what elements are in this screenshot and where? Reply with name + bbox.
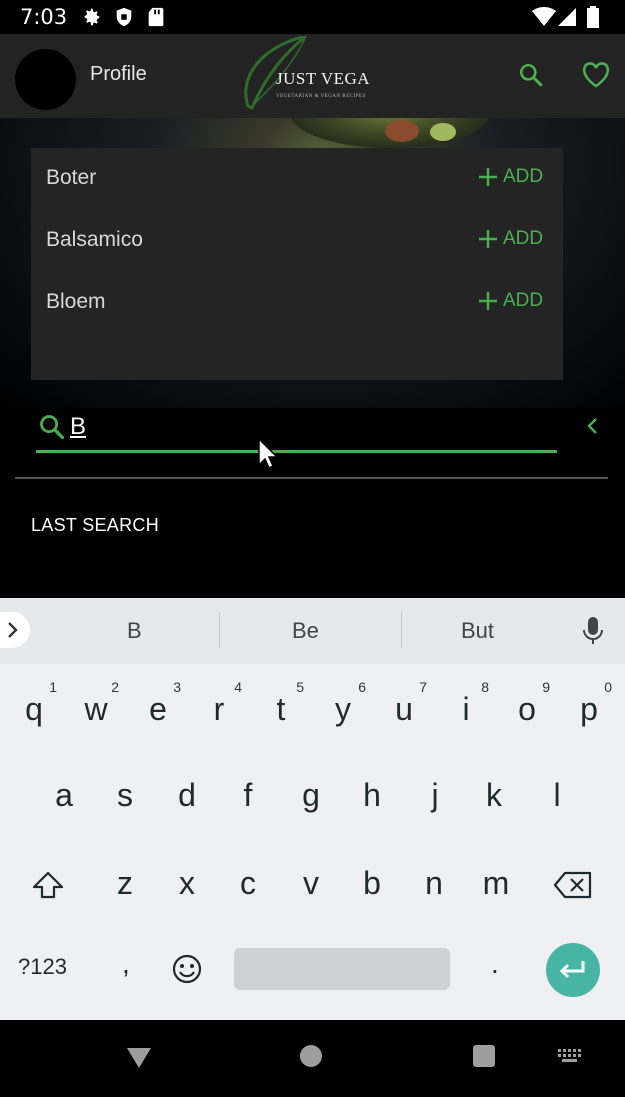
key-c[interactable]: c [221,846,275,920]
enter-key[interactable] [546,943,600,997]
home-circle-icon[interactable] [299,1044,323,1073]
chevron-left-icon[interactable] [585,416,601,441]
wifi-icon [532,6,556,33]
shift-icon [32,871,64,899]
backspace-key[interactable] [546,848,600,922]
search-input[interactable] [70,412,550,442]
plus-icon [479,168,497,186]
key-q[interactable]: q1 [7,672,61,746]
suggestion-divider [219,612,220,648]
suggestion-chip[interactable]: But [461,618,494,644]
symbols-key[interactable]: ?123 [18,954,67,980]
on-screen-keyboard: B Be But q1 w2 e3 r4 t5 y6 u7 i8 o9 p0 a… [0,598,625,1020]
key-a[interactable]: a [37,758,91,832]
app-logo: JUST VEGA VEGETARIAN & VEGAN RECIPES [238,34,388,116]
key-i[interactable]: i8 [439,672,493,746]
key-h[interactable]: h [345,758,399,832]
profile-link[interactable]: Profile [90,63,147,86]
key-p[interactable]: p0 [562,672,616,746]
key-j[interactable]: j [408,758,462,832]
app-bar: Profile JUST VEGA VEGETARIAN & VEGAN REC… [0,34,625,118]
key-l[interactable]: l [530,758,584,832]
list-item[interactable]: Balsamico ADD [31,210,563,272]
add-button[interactable]: ADD [477,228,543,250]
emoji-icon[interactable] [171,953,203,990]
add-label: ADD [503,290,544,311]
avatar[interactable] [15,49,76,110]
signal-icon [558,6,578,33]
shield-icon [113,6,135,33]
space-key[interactable] [234,948,450,990]
search-icon[interactable] [518,62,544,93]
heart-icon[interactable] [582,62,610,93]
chevron-right-icon [8,622,18,638]
recents-square-icon[interactable] [472,1044,496,1073]
search-underline [36,450,557,453]
plus-icon [479,292,497,310]
key-f[interactable]: f [221,758,275,832]
system-nav-bar [0,1020,625,1097]
ingredient-name: Balsamico [46,228,143,251]
key-m[interactable]: m [469,846,523,920]
add-button[interactable]: ADD [477,290,543,312]
key-r[interactable]: r4 [192,672,246,746]
key-n[interactable]: n [407,846,461,920]
suggestion-strip: B Be But [0,598,625,664]
back-triangle-icon[interactable] [126,1047,152,1074]
last-search-heading: LAST SEARCH [31,515,160,535]
status-bar: 7:03 [0,0,625,34]
key-o[interactable]: o9 [500,672,554,746]
enter-icon [559,961,585,979]
sd-card-icon [146,6,166,33]
suggestion-divider [401,612,402,648]
mouse-cursor-icon [258,437,280,475]
key-e[interactable]: e3 [131,672,185,746]
key-x[interactable]: x [160,846,214,920]
svg-text:JUST VEGA: JUST VEGA [276,69,370,88]
plus-icon [479,230,497,248]
food-detail [385,120,419,142]
backspace-icon [553,871,592,899]
suggestion-chip[interactable]: B [127,618,142,644]
key-u[interactable]: u7 [377,672,431,746]
list-item[interactable]: Bloem ADD [31,272,563,334]
ingredient-name: Bloem [46,290,106,313]
key-t[interactable]: t5 [254,672,308,746]
battery-icon [586,6,600,33]
gear-icon [80,6,102,33]
microphone-icon[interactable] [582,616,604,651]
add-button[interactable]: ADD [477,166,543,188]
shift-key[interactable] [21,848,75,922]
divider [15,477,608,479]
add-label: ADD [503,228,544,249]
key-v[interactable]: v [284,846,338,920]
comma-key[interactable]: , [122,948,130,980]
period-key[interactable]: . [491,948,499,980]
key-k[interactable]: k [467,758,521,832]
search-icon [38,413,66,446]
key-z[interactable]: z [98,846,152,920]
ingredient-name: Boter [46,166,97,189]
svg-text:VEGETARIAN & VEGAN RECIPES: VEGETARIAN & VEGAN RECIPES [276,94,366,99]
suggestions-dropdown: Boter ADD Balsamico ADD Bloem ADD [31,148,563,380]
keyboard-switch-icon[interactable] [557,1048,583,1069]
key-g[interactable]: g [284,758,338,832]
search-bar [0,408,625,480]
key-d[interactable]: d [160,758,214,832]
status-time: 7:03 [20,5,68,29]
expand-toolbar-button[interactable] [0,612,30,648]
food-detail [430,123,456,141]
key-b[interactable]: b [345,846,399,920]
list-item[interactable]: Boter ADD [31,148,563,210]
suggestion-chip[interactable]: Be [292,618,319,644]
add-label: ADD [503,166,544,187]
key-w[interactable]: w2 [69,672,123,746]
key-y[interactable]: y6 [316,672,370,746]
key-s[interactable]: s [98,758,152,832]
